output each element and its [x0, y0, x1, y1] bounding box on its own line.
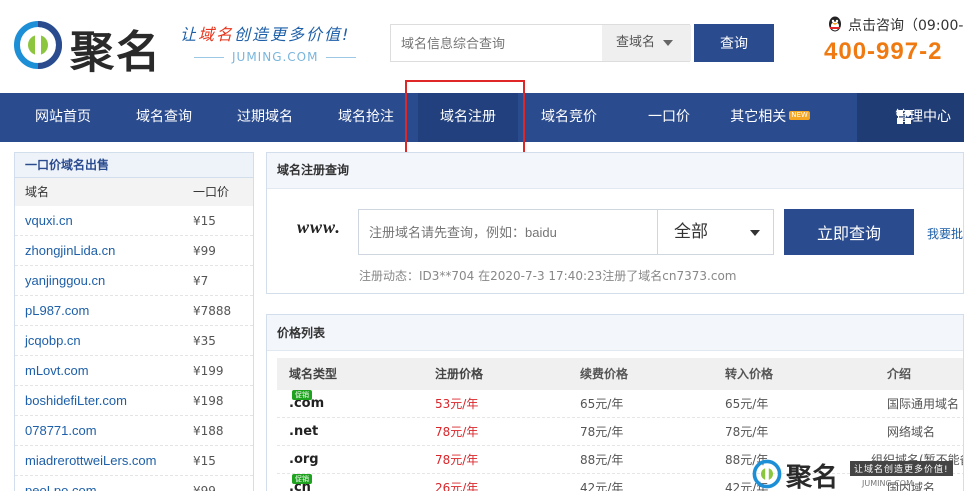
register-dynamic-text: 注册动态：ID3**704 在2020-7-3 17:40:23注册了域名cn7… — [359, 269, 737, 283]
domain-type: .org — [289, 452, 319, 467]
renew-price: 42元/年 — [580, 481, 624, 491]
sidebar-domain-link[interactable]: zhongjinLida.cn — [25, 236, 115, 266]
promo-tag: 促销 — [292, 390, 312, 400]
list-item[interactable]: yanjinggou.cn ¥7 — [15, 266, 253, 296]
col-transfer-price: 转入价格 — [725, 367, 774, 381]
sidebar-price: ¥35 — [193, 334, 216, 348]
sidebar-price: ¥188 — [193, 424, 224, 438]
sidebar-domain-link[interactable]: vquxi.cn — [25, 206, 73, 236]
watermark-text: 聚名 — [786, 463, 839, 491]
register-price: 78元/年 — [435, 453, 479, 467]
chevron-down-icon — [663, 39, 674, 46]
sidebar-domain-link[interactable]: miadrerottweiLers.com — [25, 446, 157, 476]
register-price: 78元/年 — [435, 425, 479, 439]
renew-price: 65元/年 — [580, 397, 624, 411]
nav-manage-center[interactable]: 管理中心 — [857, 93, 964, 142]
qq-consult-link[interactable]: 点击咨询（09:00-2 — [826, 15, 964, 35]
register-panel-title: 域名注册查询 — [267, 153, 963, 189]
col-domain-type: 域名类型 — [289, 367, 338, 381]
register-suffix-select[interactable]: 全部 — [657, 210, 773, 254]
price-table-header: 域名类型 注册价格 续费价格 转入价格 介绍 — [277, 358, 963, 390]
sidebar-domain-link[interactable]: boshidefiLter.com — [25, 386, 127, 416]
list-item[interactable]: vquxi.cn ¥15 — [15, 206, 253, 236]
price-panel-title: 价格列表 — [267, 315, 963, 351]
col-register-price: 注册价格 — [435, 367, 484, 381]
list-item[interactable]: miadrerottweiLers.com ¥15 — [15, 446, 253, 476]
nav-item-domain-snatch[interactable]: 域名抢注 — [323, 93, 409, 142]
register-price: 26元/年 — [435, 481, 479, 491]
sidebar-price: ¥7 — [193, 274, 209, 288]
register-query-button[interactable]: 立即查询 — [784, 209, 914, 255]
watermark: 聚名 让域名创造更多价值! JUMING.COM — [750, 457, 964, 491]
header-search-box: 查域名 — [390, 24, 691, 62]
list-item[interactable]: peoLpo.com ¥99 — [15, 476, 253, 491]
register-input-box: 全部 — [358, 209, 774, 255]
renew-price: 88元/年 — [580, 453, 624, 467]
register-domain-input[interactable] — [359, 210, 655, 254]
sidebar-domain-link[interactable]: pL987.com — [25, 296, 89, 326]
sidebar-price: ¥15 — [193, 214, 216, 228]
list-item[interactable]: 078771.com ¥188 — [15, 416, 253, 446]
annotation-highlight-box — [405, 80, 525, 160]
sidebar-price: ¥15 — [193, 454, 216, 468]
domain-type: .net — [289, 424, 319, 439]
sidebar-domain-link[interactable]: 078771.com — [25, 416, 97, 446]
col-intro: 介绍 — [887, 367, 912, 381]
header-search-select[interactable]: 查域名 — [602, 25, 691, 61]
domain-intro: 网络域名 — [887, 425, 936, 439]
slogan: 让域名创造更多价值! — [180, 25, 351, 44]
logo-text[interactable]: 聚名 — [70, 16, 162, 80]
sidebar-domain-link[interactable]: peoLpo.com — [25, 476, 97, 491]
sidebar-header-row: 域名 一口价 — [15, 178, 253, 206]
watermark-slogan: 让域名创造更多价值! — [850, 461, 953, 476]
table-row: .net 78元/年 78元/年 78元/年 网络域名 — [277, 418, 963, 446]
renew-price: 78元/年 — [580, 425, 624, 439]
juming-logo-icon[interactable] — [13, 20, 63, 70]
slogan-sub: JUMING.COM — [186, 50, 364, 64]
new-badge: NEW — [789, 111, 810, 120]
nav-item-domain-query[interactable]: 域名查询 — [121, 93, 207, 142]
sidebar-price: ¥198 — [193, 394, 224, 408]
nav-item-fixed-price[interactable]: 一口价 — [626, 93, 712, 142]
list-item[interactable]: boshidefiLter.com ¥198 — [15, 386, 253, 416]
sidebar-price: ¥7888 — [193, 304, 232, 318]
list-item[interactable]: mLovt.com ¥199 — [15, 356, 253, 386]
www-prefix: www. — [297, 217, 341, 237]
col-renew-price: 续费价格 — [580, 367, 629, 381]
chevron-down-icon — [750, 230, 760, 236]
sidebar-title: 一口价域名出售 — [15, 153, 253, 178]
list-item[interactable]: pL987.com ¥7888 — [15, 296, 253, 326]
table-row: .com 促销 53元/年 65元/年 65元/年 国际通用域名 — [277, 390, 963, 418]
sidebar-domain-link[interactable]: mLovt.com — [25, 356, 89, 386]
sidebar-col-domain: 域名 — [25, 185, 50, 199]
sidebar-domain-link[interactable]: jcqobp.cn — [25, 326, 81, 356]
nav-item-expired-domains[interactable]: 过期域名 — [222, 93, 308, 142]
sidebar-price: ¥99 — [193, 244, 216, 258]
nav-item-others[interactable]: 其它相关 NEW — [720, 93, 820, 142]
register-query-panel: 域名注册查询 www. 全部 立即查询 我要批 注册动态：ID3**704 在2… — [266, 152, 964, 294]
list-item[interactable]: jcqobp.cn ¥35 — [15, 326, 253, 356]
bulk-register-link[interactable]: 我要批 — [927, 225, 963, 242]
promo-tag: 促销 — [292, 474, 312, 484]
sidebar-col-price: 一口价 — [193, 185, 230, 199]
header-search-button[interactable]: 查询 — [694, 24, 774, 62]
nav-item-domain-auction[interactable]: 域名竞价 — [526, 93, 612, 142]
fixed-price-sidebar: 一口价域名出售 域名 一口价 vquxi.cn ¥15 zhongjinLida.… — [14, 152, 254, 491]
domain-intro: 国际通用域名 — [887, 397, 960, 411]
sidebar-domain-link[interactable]: yanjinggou.cn — [25, 266, 105, 296]
nav-item-home[interactable]: 网站首页 — [20, 93, 106, 142]
grid-icon — [897, 110, 911, 124]
watermark-logo-icon — [752, 459, 782, 489]
sidebar-price: ¥99 — [193, 484, 216, 491]
register-price: 53元/年 — [435, 397, 479, 411]
transfer-price: 78元/年 — [725, 425, 769, 439]
header-search-input[interactable] — [391, 25, 601, 61]
watermark-sub: JUMING.COM — [862, 479, 913, 488]
list-item[interactable]: zhongjinLida.cn ¥99 — [15, 236, 253, 266]
qq-penguin-icon — [829, 16, 841, 32]
transfer-price: 65元/年 — [725, 397, 769, 411]
hotline-phone: 400-997-2 — [824, 38, 943, 65]
sidebar-price: ¥199 — [193, 364, 224, 378]
